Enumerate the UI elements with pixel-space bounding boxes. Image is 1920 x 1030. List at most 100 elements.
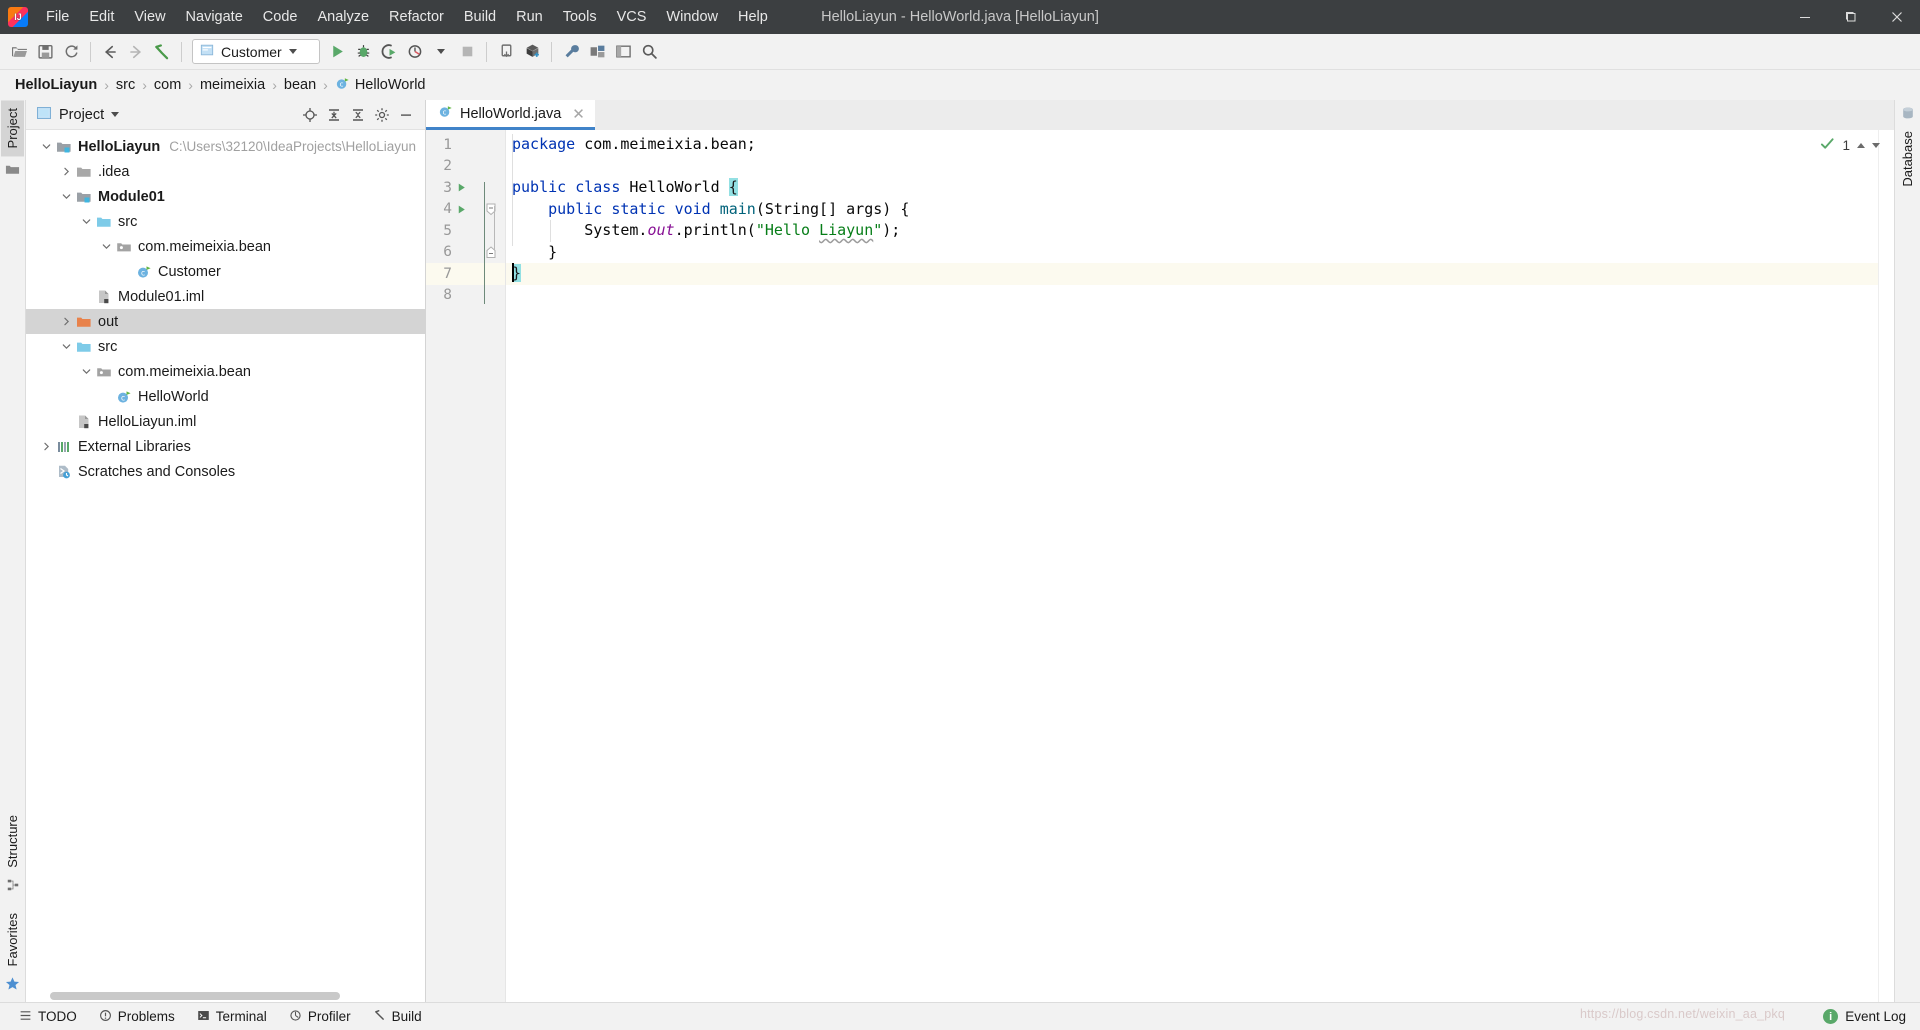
gutter-line[interactable]: 3 [426, 177, 484, 199]
chevron-right-icon[interactable] [58, 166, 74, 177]
sync-refresh-icon[interactable] [58, 39, 84, 65]
code-line[interactable]: } [506, 242, 1878, 264]
sidebar-item-favorites[interactable]: Favorites [1, 905, 24, 974]
menu-item-tools[interactable]: Tools [553, 5, 607, 29]
build-hammer-icon[interactable] [149, 39, 175, 65]
close-button[interactable] [1874, 0, 1920, 34]
chevron-up-icon[interactable] [1857, 143, 1865, 148]
chevron-down-icon[interactable] [78, 216, 94, 227]
menu-item-analyze[interactable]: Analyze [307, 5, 379, 29]
breadcrumb-item-src[interactable]: src [112, 77, 139, 93]
code-line[interactable]: } [506, 263, 1878, 285]
tree-row[interactable]: cCustomer [26, 259, 425, 284]
tree-row[interactable]: Scratches and Consoles [26, 459, 425, 484]
sidebar-item-database[interactable]: Database [1896, 123, 1919, 195]
menu-item-file[interactable]: File [36, 5, 79, 29]
editor-gutter[interactable]: 12345678 [426, 130, 484, 1002]
menu-item-run[interactable]: Run [506, 5, 553, 29]
menu-item-view[interactable]: View [124, 5, 175, 29]
expand-all-icon[interactable] [323, 104, 345, 126]
debug-icon[interactable] [350, 39, 376, 65]
gutter-line[interactable]: 6 [426, 242, 484, 264]
chevron-right-icon[interactable] [38, 441, 54, 452]
project-tree[interactable]: HelloLiayunC:\Users\32120\IdeaProjects\H… [26, 130, 425, 1002]
chevron-down-icon[interactable] [1872, 143, 1880, 148]
status-item-profiler[interactable]: Profiler [280, 1006, 360, 1028]
gutter-line[interactable]: 5 [426, 220, 484, 242]
menu-item-help[interactable]: Help [728, 5, 778, 29]
code-line[interactable]: public static void main(String[] args) { [506, 199, 1878, 221]
status-item-todo[interactable]: TODO [10, 1006, 86, 1028]
gutter-run-icon[interactable] [452, 204, 470, 215]
profile-icon[interactable] [402, 39, 428, 65]
tree-row[interactable]: HelloLiayun.iml [26, 409, 425, 434]
breadcrumb-item-bean[interactable]: bean [280, 77, 320, 93]
stop-icon[interactable] [454, 39, 480, 65]
chevron-down-icon[interactable] [78, 366, 94, 377]
menu-item-code[interactable]: Code [253, 5, 308, 29]
profile-dropdown-icon[interactable] [428, 39, 454, 65]
chevron-down-icon[interactable] [98, 241, 114, 252]
editor-tab-helloworld[interactable]: c HelloWorld.java ✕ [426, 100, 595, 130]
tree-row[interactable]: HelloLiayunC:\Users\32120\IdeaProjects\H… [26, 134, 425, 159]
code-line[interactable]: public class HelloWorld { [506, 177, 1878, 199]
code-line[interactable] [506, 156, 1878, 178]
open-folder-icon[interactable] [6, 39, 32, 65]
package-icon[interactable] [519, 39, 545, 65]
close-icon[interactable]: ✕ [572, 105, 585, 123]
editor-fold-bar[interactable] [484, 130, 506, 1002]
tree-row[interactable]: com.meimeixia.bean [26, 234, 425, 259]
run-configuration-selector[interactable]: Customer [192, 39, 320, 64]
minimize-button[interactable] [1782, 0, 1828, 34]
code-line[interactable]: package com.meimeixia.bean; [506, 134, 1878, 156]
tree-row[interactable]: src [26, 209, 425, 234]
status-item-problems[interactable]: Problems [90, 1006, 184, 1028]
gutter-line[interactable]: 2 [426, 156, 484, 178]
code-line[interactable]: System.out.println("Hello Liayun"); [506, 220, 1878, 242]
gear-icon[interactable] [371, 104, 393, 126]
breadcrumb-item-helloliayun[interactable]: HelloLiayun [11, 77, 101, 93]
inspection-widget[interactable]: 1 [1820, 136, 1880, 154]
run-icon[interactable] [324, 39, 350, 65]
tree-row[interactable]: Module01 [26, 184, 425, 209]
breadcrumb-item-com[interactable]: com [150, 77, 185, 93]
forward-arrow-icon[interactable] [123, 39, 149, 65]
chevron-down-icon[interactable] [38, 141, 54, 152]
tree-row[interactable]: out [26, 309, 425, 334]
update-app-icon[interactable] [493, 39, 519, 65]
status-item-terminal[interactable]: Terminal [188, 1006, 276, 1028]
breadcrumb-item-helloworld[interactable]: cHelloWorld [331, 76, 430, 95]
tree-row[interactable]: External Libraries [26, 434, 425, 459]
editor-marker-track[interactable] [1878, 130, 1894, 1002]
project-structure-icon[interactable] [584, 39, 610, 65]
menu-item-edit[interactable]: Edit [79, 5, 124, 29]
chevron-down-icon[interactable] [111, 112, 119, 117]
search-icon[interactable] [636, 39, 662, 65]
sidebar-item-project[interactable]: Project [1, 100, 24, 156]
gutter-run-icon[interactable] [452, 182, 470, 193]
tree-row[interactable]: Module01.iml [26, 284, 425, 309]
code-editor[interactable]: 12345678 package com.meimeixia.bean; pub… [426, 130, 1894, 1002]
code-line[interactable] [506, 285, 1878, 307]
gutter-line[interactable]: 4 [426, 199, 484, 221]
hide-panel-icon[interactable] [395, 104, 417, 126]
tree-row[interactable]: cHelloWorld [26, 384, 425, 409]
code-fold-toggle-icon[interactable] [484, 246, 498, 259]
collapse-all-icon[interactable] [347, 104, 369, 126]
chevron-down-icon[interactable] [58, 341, 74, 352]
tree-row[interactable]: com.meimeixia.bean [26, 359, 425, 384]
layout-icon[interactable] [610, 39, 636, 65]
gutter-line[interactable]: 1 [426, 134, 484, 156]
run-with-coverage-icon[interactable] [376, 39, 402, 65]
project-tree-hscrollbar[interactable] [26, 992, 425, 1002]
sidebar-item-structure[interactable]: Structure [1, 807, 24, 876]
tree-row[interactable]: src [26, 334, 425, 359]
gutter-line[interactable]: 7 [426, 263, 484, 285]
back-arrow-icon[interactable] [97, 39, 123, 65]
status-item-build[interactable]: Build [364, 1006, 431, 1028]
maximize-button[interactable] [1828, 0, 1874, 34]
menu-item-refactor[interactable]: Refactor [379, 5, 454, 29]
chevron-down-icon[interactable] [289, 49, 297, 54]
editor-code[interactable]: package com.meimeixia.bean; public class… [506, 130, 1878, 1002]
gutter-line[interactable]: 8 [426, 285, 484, 307]
